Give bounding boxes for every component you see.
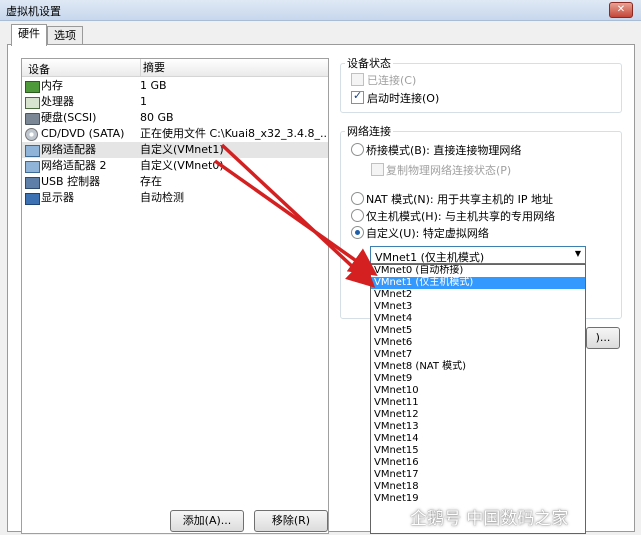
device-row-network-adapter[interactable]: 网络适配器 自定义(VMnet1) [22, 142, 328, 158]
replicate-state-label: 复制物理网络连接状态(P) [386, 164, 512, 177]
processor-icon [25, 97, 40, 109]
remove-device-button[interactable]: 移除(R) [254, 510, 328, 532]
device-row-usb-controller[interactable]: USB 控制器 存在 [22, 174, 328, 190]
chevron-down-icon[interactable]: ▼ [575, 249, 581, 258]
vmnet-dropdown-list[interactable]: VMnet0 (自动桥接) VMnet1 (仅主机模式) VMnet2 VMne… [370, 264, 586, 534]
bridged-label: 桥接模式(B): 直接连接物理网络 [366, 144, 522, 157]
column-header-device[interactable]: 设备 [28, 61, 50, 77]
usb-icon [25, 177, 40, 189]
device-name: 网络适配器 [41, 143, 96, 156]
device-summary: 存在 [140, 175, 162, 188]
hard-disk-icon [25, 113, 40, 125]
tab-options[interactable]: 选项 [47, 26, 83, 45]
vmnet-option[interactable]: VMnet17 [371, 469, 585, 481]
vmnet-option[interactable]: VMnet16 [371, 457, 585, 469]
device-row-memory[interactable]: 内存 1 GB [22, 78, 328, 94]
network-adapter-icon [25, 145, 40, 157]
custom-label: 自定义(U): 特定虚拟网络 [366, 227, 489, 240]
device-status-label: 设备状态 [345, 55, 393, 71]
vmnet-option[interactable]: VMnet15 [371, 445, 585, 457]
vmnet-select[interactable]: VMnet1 (仅主机模式) ▼ [370, 246, 586, 264]
host-only-label: 仅主机模式(H): 与主机共享的专用网络 [366, 210, 556, 223]
vmnet-option[interactable]: VMnet14 [371, 433, 585, 445]
device-name: 网络适配器 2 [41, 159, 107, 172]
vmnet-option[interactable]: VMnet9 [371, 373, 585, 385]
close-button[interactable]: ✕ [609, 2, 633, 18]
device-summary: 1 GB [140, 79, 167, 92]
device-summary: 自动检测 [140, 191, 184, 204]
connect-at-power-on-label: 启动时连接(O) [367, 92, 440, 105]
connected-checkbox[interactable] [351, 73, 364, 86]
vmnet-option[interactable]: VMnet7 [371, 349, 585, 361]
vmnet-option[interactable]: VMnet5 [371, 325, 585, 337]
list-header: 设备 摘要 [22, 59, 328, 77]
advanced-button[interactable]: )... [586, 327, 620, 349]
device-name: 内存 [41, 79, 63, 92]
window-title: 虚拟机设置 [6, 5, 61, 18]
device-name: 硬盘(SCSI) [41, 111, 97, 124]
bridged-radio[interactable] [351, 143, 364, 156]
device-row-network-adapter-2[interactable]: 网络适配器 2 自定义(VMnet0) [22, 158, 328, 174]
device-summary: 自定义(VMnet1) [140, 143, 224, 156]
vmnet-option[interactable]: VMnet2 [371, 289, 585, 301]
device-summary: 80 GB [140, 111, 174, 124]
nat-radio[interactable] [351, 192, 364, 205]
vmnet-option[interactable]: VMnet8 (NAT 模式) [371, 361, 585, 373]
device-row-hard-disk[interactable]: 硬盘(SCSI) 80 GB [22, 110, 328, 126]
watermark: 企鹅号 中国数码之家 [410, 509, 569, 529]
vmnet-option[interactable]: VMnet18 [371, 481, 585, 493]
host-only-radio[interactable] [351, 209, 364, 222]
vmnet-option[interactable]: VMnet10 [371, 385, 585, 397]
connect-at-power-on-checkbox[interactable] [351, 89, 364, 104]
vmnet-option[interactable]: VMnet12 [371, 409, 585, 421]
replicate-state-checkbox[interactable] [371, 163, 384, 176]
cd-dvd-icon [25, 128, 38, 141]
add-device-button[interactable]: 添加(A)... [170, 510, 244, 532]
title-bar: 虚拟机设置 ✕ [0, 0, 641, 21]
nat-label: NAT 模式(N): 用于共享主机的 IP 地址 [366, 193, 553, 206]
device-summary: 1 [140, 95, 147, 108]
device-name: USB 控制器 [41, 175, 101, 188]
device-row-processor[interactable]: 处理器 1 [22, 94, 328, 110]
device-row-cd-dvd[interactable]: CD/DVD (SATA) 正在使用文件 C:\Kuai8_x32_3.4.8_… [22, 126, 328, 142]
vmnet-selected-value: VMnet1 (仅主机模式) [375, 251, 485, 264]
device-summary: 自定义(VMnet0) [140, 159, 224, 172]
column-header-summary[interactable]: 摘要 [140, 59, 165, 76]
device-list[interactable]: 设备 摘要 内存 1 GB 处理器 1 硬盘(SCSI) 80 GB CD/DV… [21, 58, 329, 534]
network-adapter-icon [25, 161, 40, 173]
vmnet-option[interactable]: VMnet3 [371, 301, 585, 313]
vmnet-option[interactable]: VMnet0 (自动桥接) [371, 265, 585, 277]
custom-radio[interactable] [351, 226, 364, 239]
display-icon [25, 193, 40, 205]
network-connection-label: 网络连接 [345, 123, 393, 139]
device-name: 显示器 [41, 191, 74, 204]
device-row-display[interactable]: 显示器 自动检测 [22, 190, 328, 206]
vmnet-option[interactable]: VMnet1 (仅主机模式) [371, 277, 585, 289]
device-summary: 正在使用文件 C:\Kuai8_x32_3.4.8_... [140, 127, 326, 140]
vmnet-option[interactable]: VMnet6 [371, 337, 585, 349]
device-name: 处理器 [41, 95, 74, 108]
vmnet-option[interactable]: VMnet4 [371, 313, 585, 325]
vmnet-option[interactable]: VMnet11 [371, 397, 585, 409]
tab-hardware[interactable]: 硬件 [11, 24, 47, 46]
memory-icon [25, 81, 40, 93]
connected-label: 已连接(C) [367, 74, 417, 87]
device-name: CD/DVD (SATA) [41, 127, 125, 140]
vmnet-option[interactable]: VMnet13 [371, 421, 585, 433]
